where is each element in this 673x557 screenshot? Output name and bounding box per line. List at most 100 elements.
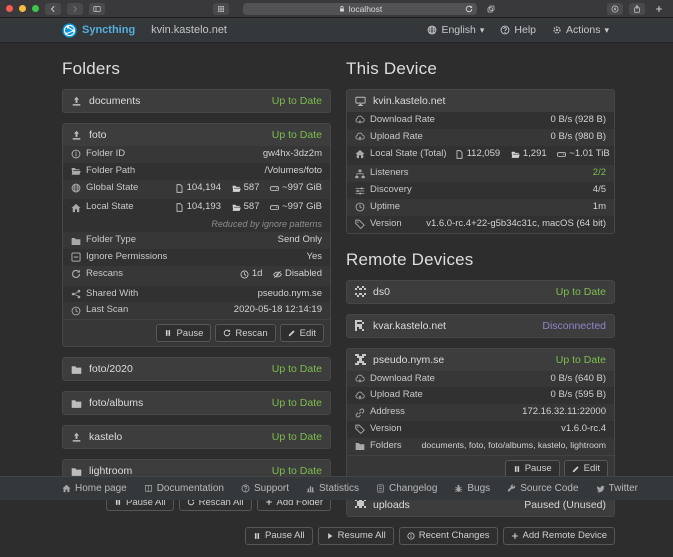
zoom-window-button[interactable]: [32, 5, 39, 12]
folder-details-foto: Folder ID gw4hx-3dz2m Folder Path /Volum…: [63, 146, 330, 319]
refresh-icon: [223, 329, 231, 337]
sidebar-toggle-button[interactable]: [89, 3, 105, 15]
wrench-icon: [507, 484, 516, 493]
folder-row-foto[interactable]: foto Up to Date: [63, 124, 330, 146]
tab-overview-button[interactable]: [213, 3, 229, 15]
syncthing-brand[interactable]: Syncthing: [62, 23, 135, 38]
status-badge: Up to Date: [556, 354, 606, 366]
detail-row-ignore-permissions: Ignore Permissions Yes: [63, 249, 330, 266]
home-icon: [355, 149, 365, 159]
recent-changes-button[interactable]: Recent Changes: [399, 527, 498, 545]
pause-button[interactable]: Pause: [505, 460, 560, 478]
edit-button[interactable]: Edit: [564, 460, 608, 478]
share-button[interactable]: [629, 3, 645, 15]
language-menu[interactable]: English: [427, 24, 484, 36]
send-only-folder-icon: [71, 96, 82, 107]
caret-down-icon: [604, 24, 609, 36]
footer-link-source-code[interactable]: Source Code: [507, 483, 578, 494]
footer-link-home-page[interactable]: Home page: [62, 483, 127, 494]
detail-row-address: Address 172.16.32.11:22000: [347, 404, 614, 421]
clock-icon: [71, 306, 81, 316]
address-bar[interactable]: localhost: [243, 3, 477, 15]
back-button[interactable]: [45, 3, 61, 15]
bug-icon: [454, 484, 463, 493]
refresh-icon: [71, 269, 81, 279]
remote-devices-section-title: Remote Devices: [346, 250, 615, 270]
cloud-download-icon: [355, 374, 365, 384]
folders-section-title: Folders: [62, 59, 331, 79]
clock-icon: [240, 270, 249, 279]
pause-icon: [164, 329, 172, 337]
folder-icon: [71, 364, 82, 375]
rescan-button[interactable]: Rescan: [215, 324, 275, 342]
device-row-kvar[interactable]: kvar.kastelo.net Disconnected: [347, 315, 614, 337]
status-badge: Up to Date: [272, 129, 322, 141]
info-icon: [71, 149, 81, 159]
folder-row-documents[interactable]: documents Up to Date: [63, 90, 330, 112]
pause-all-devices-button[interactable]: Pause All: [245, 527, 313, 545]
footer-link-changelog[interactable]: Changelog: [376, 483, 437, 494]
new-window-button[interactable]: [483, 3, 499, 15]
link-icon: [355, 408, 365, 418]
share-icon: [71, 289, 81, 299]
folder-row-kastelo[interactable]: kastelo Up to Date: [63, 426, 330, 448]
footer-link-statistics[interactable]: Statistics: [306, 483, 359, 494]
folder-row-foto-albums[interactable]: foto/albums Up to Date: [63, 392, 330, 414]
url-text: localhost: [349, 4, 383, 14]
device-details-pseudo: Download Rate 0 B/s (640 B) Upload Rate …: [347, 371, 614, 455]
book-icon: [144, 484, 153, 493]
foto-panel-actions: Pause Rescan Edit: [63, 319, 330, 346]
minimize-window-button[interactable]: [19, 5, 26, 12]
footer-link-documentation[interactable]: Documentation: [144, 483, 224, 494]
device-identicon: [355, 354, 366, 365]
device-identicon: [355, 320, 366, 331]
close-window-button[interactable]: [6, 5, 13, 12]
folder-panel-documents: documents Up to Date: [62, 89, 331, 113]
actions-menu[interactable]: Actions: [552, 24, 609, 36]
help-menu[interactable]: Help: [500, 24, 536, 36]
detail-row-upload-rate: Upload Rate 0 B/s (980 B): [347, 129, 614, 146]
file-icon: [175, 184, 184, 193]
status-badge: Up to Date: [272, 431, 322, 443]
new-tab-button[interactable]: [651, 3, 667, 15]
detail-row-discovery: Discovery 4/5: [347, 182, 614, 199]
add-remote-device-button[interactable]: Add Remote Device: [503, 527, 615, 545]
edit-button[interactable]: Edit: [280, 324, 324, 342]
detail-row-folder-type: Folder Type Send Only: [63, 232, 330, 249]
folder-row-foto-2020[interactable]: foto/2020 Up to Date: [63, 358, 330, 380]
browser-chrome: localhost: [0, 0, 673, 18]
pause-icon: [513, 465, 521, 473]
file-icon: [175, 203, 184, 212]
eye-slash-icon: [273, 270, 282, 279]
folder-panel-foto-albums: foto/albums Up to Date: [62, 391, 331, 415]
device-row-ds0[interactable]: ds0 Up to Date: [347, 281, 614, 303]
folder-icon: [71, 236, 81, 246]
this-device-row[interactable]: kvin.kastelo.net: [347, 90, 614, 112]
detail-row-download-rate: Download Rate 0 B/s (928 B): [347, 112, 614, 129]
device-identicon: [355, 499, 366, 510]
app-navbar: Syncthing kvin.kastelo.net English Help …: [0, 18, 673, 43]
device-panel-kvar: kvar.kastelo.net Disconnected: [346, 314, 615, 338]
tag-icon: [355, 219, 365, 229]
footer-link-twitter[interactable]: Twitter: [596, 483, 638, 494]
device-row-pseudo[interactable]: pseudo.nym.se Up to Date: [347, 349, 614, 371]
forward-button[interactable]: [67, 3, 83, 15]
status-badge: Up to Date: [556, 286, 606, 298]
lock-icon: [338, 5, 346, 13]
clock-icon: [355, 202, 365, 212]
detail-row-folders: Folders documents, foto, foto/albums, ka…: [347, 438, 614, 455]
cloud-upload-icon: [355, 391, 365, 401]
downloads-button[interactable]: [607, 3, 623, 15]
reload-icon[interactable]: [465, 5, 473, 13]
detail-row-version: Version v1.6.0-rc.4+22-g5b34c31c, macOS …: [347, 216, 614, 233]
footer-link-bugs[interactable]: Bugs: [454, 483, 490, 494]
detail-row-download-rate: Download Rate 0 B/s (640 B): [347, 371, 614, 388]
pause-button[interactable]: Pause: [156, 324, 211, 342]
question-icon: [500, 25, 510, 35]
footer-link-support[interactable]: Support: [241, 483, 289, 494]
cloud-download-icon: [355, 115, 365, 125]
brand-label: Syncthing: [82, 24, 135, 36]
folder-panel-foto: foto Up to Date Folder ID gw4hx-3dz2m Fo…: [62, 123, 331, 347]
folder-panel-kastelo: kastelo Up to Date: [62, 425, 331, 449]
resume-all-button[interactable]: Resume All: [318, 527, 394, 545]
